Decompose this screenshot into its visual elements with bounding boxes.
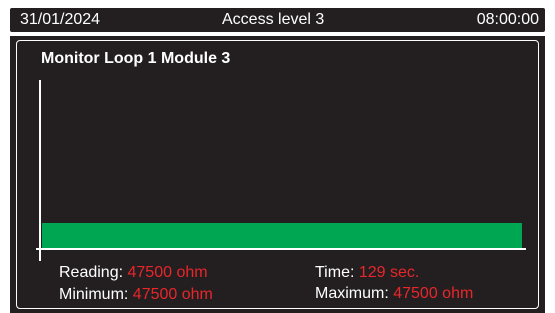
reading-label: Reading: [59, 264, 124, 281]
reading-readout: Reading: 47500 ohm [59, 264, 208, 282]
reading-value: 47500 ohm [127, 264, 208, 281]
minimum-label: Minimum: [59, 286, 129, 303]
time-label: Time: [315, 264, 355, 281]
maximum-readout: Maximum: 47500 ohm [315, 285, 473, 303]
minimum-value: 47500 ohm [132, 286, 213, 303]
level-bar [42, 223, 522, 248]
maximum-label: Maximum: [315, 285, 389, 302]
device-display: 31/01/2024 Access level 3 08:00:00 Monit… [0, 0, 555, 313]
time-readout: Time: 129 sec. [315, 264, 419, 282]
time-value: 129 sec. [358, 264, 420, 281]
maximum-value: 47500 ohm [393, 285, 474, 302]
minimum-readout: Minimum: 47500 ohm [59, 286, 213, 304]
